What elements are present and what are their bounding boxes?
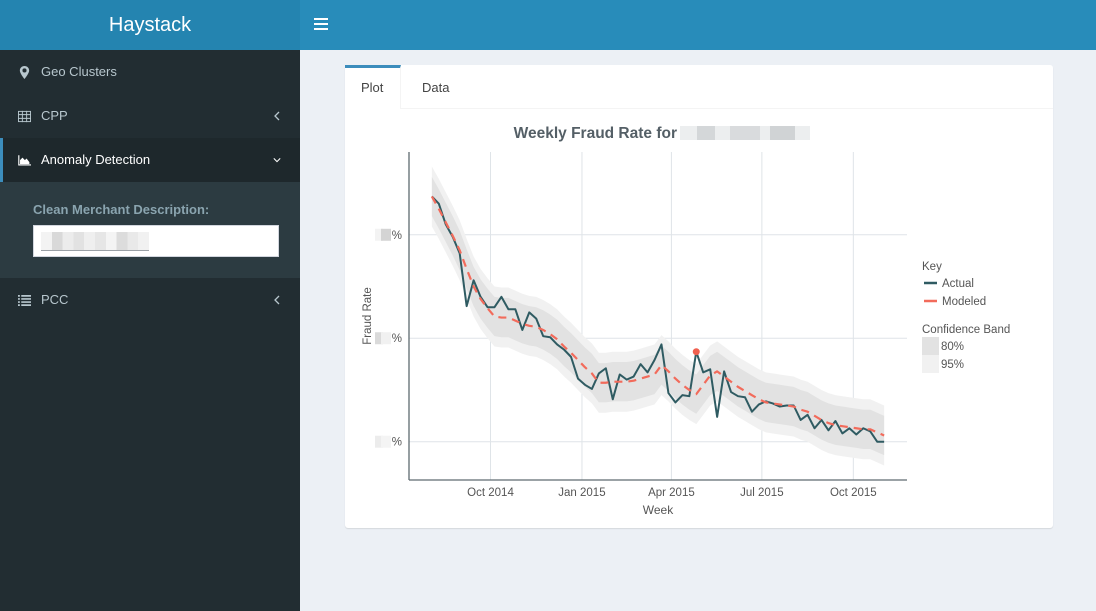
legend-swatch-band-95	[922, 355, 939, 373]
chevron-left-icon	[274, 295, 280, 305]
top-navbar	[300, 0, 1096, 50]
redacted-tick-value	[381, 228, 391, 241]
y-tick-label: %	[392, 437, 402, 449]
chevron-left-icon	[274, 111, 280, 121]
legend-label-band-80: 80%	[941, 341, 964, 353]
sidebar-item-label: CPP	[41, 108, 68, 123]
hamburger-icon[interactable]	[314, 18, 328, 32]
sidebar-item-label: Anomaly Detection	[41, 152, 151, 167]
sidebar-item-geo-clusters[interactable]: Geo Clusters	[0, 50, 300, 94]
y-tick-label: %	[392, 230, 402, 242]
sidebar-item-cpp[interactable]: CPP	[0, 94, 300, 138]
chevron-down-icon	[273, 158, 281, 163]
tab-bar: Plot Data	[345, 65, 1053, 109]
redacted-merchant-name	[680, 126, 810, 140]
sidebar-item-label: Geo Clusters	[41, 64, 117, 79]
legend-band-title: Confidence Band	[922, 324, 1010, 336]
redacted-tick-value	[381, 435, 391, 448]
merchant-description-label: Clean Merchant Description:	[33, 202, 210, 217]
redacted-input-value	[41, 232, 149, 251]
map-marker-icon	[19, 66, 30, 79]
x-tick-label: Oct 2014	[467, 487, 514, 499]
legend-label-modeled: Modeled	[942, 296, 986, 308]
x-tick-label: Jan 2015	[558, 487, 605, 499]
legend-label-band-95: 95%	[941, 359, 964, 371]
confidence-band-80	[431, 176, 885, 456]
sidebar-item-label: PCC	[41, 292, 69, 307]
x-tick-label: Jul 2015	[740, 487, 783, 499]
merchant-description-input[interactable]	[33, 225, 282, 258]
chart-title: Weekly Fraud Rate for	[514, 125, 677, 142]
list-icon	[18, 295, 31, 306]
y-axis-label: Fraud Rate	[362, 287, 374, 345]
fraud-rate-chart: Oct 2014 Jan 2015 Apr 2015 Jul 2015 Oct 2015…	[362, 125, 1010, 517]
legend-label-actual: Actual	[942, 278, 974, 290]
table-icon	[18, 110, 31, 123]
x-tick-label: Oct 2015	[830, 487, 877, 499]
sidebar-item-pcc[interactable]: PCC	[0, 278, 300, 322]
app-logo[interactable]: Haystack	[0, 0, 300, 50]
sidebar: Geo Clusters CPP Anomaly Detection Clean…	[0, 50, 300, 611]
y-tick-label: %	[392, 333, 402, 345]
area-chart-icon	[18, 155, 31, 166]
sidebar-item-anomaly-detection[interactable]: Anomaly Detection	[0, 138, 300, 182]
legend-swatch-band-80	[922, 337, 939, 355]
redacted-tick-value	[381, 332, 391, 345]
tab-data[interactable]: Data	[422, 65, 449, 108]
legend-title: Key	[922, 261, 942, 273]
anomaly-point	[692, 348, 700, 356]
legend: Key Actual Modeled Confidence Band 80% 9…	[922, 261, 1010, 373]
tab-box: Plot Data Oct 2014 Jan 2015 Apr 2015 Jul 20…	[345, 65, 1053, 528]
anomaly-detection-submenu: Clean Merchant Description:	[0, 182, 300, 278]
tab-plot[interactable]: Plot	[345, 65, 401, 109]
x-tick-label: Apr 2015	[648, 487, 695, 499]
x-axis-label: Week	[643, 503, 674, 517]
